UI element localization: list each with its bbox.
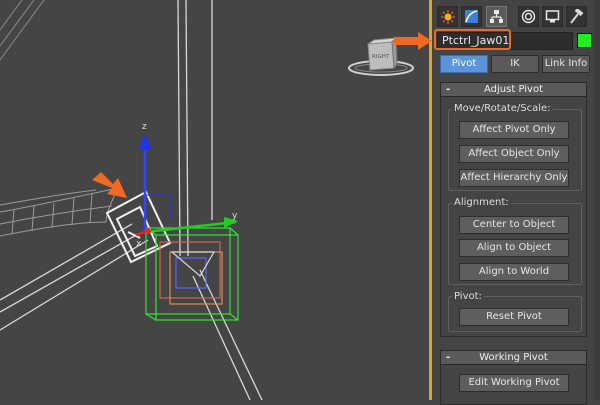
group-title: Move/Rotate/Scale: (452, 103, 553, 115)
hierarchy-icon (490, 10, 503, 23)
motion-tab[interactable] (518, 6, 539, 27)
affect-object-only-button[interactable]: Affect Object Only (459, 145, 569, 163)
motion-icon (521, 9, 536, 24)
wireframe-tube (0, 187, 119, 237)
tab-link-info[interactable]: Link Info (542, 55, 590, 73)
center-to-object-button[interactable]: Center to Object (459, 216, 569, 234)
object-color-swatch[interactable] (577, 33, 592, 48)
pivot-bounds (159, 241, 223, 305)
group-title: Alignment: (452, 197, 511, 209)
adjust-pivot-rollout-header[interactable]: - Adjust Pivot (440, 82, 587, 97)
affect-hierarchy-only-button[interactable]: Affect Hierarchy Only (459, 169, 569, 187)
axis-label-z: z (142, 122, 147, 132)
align-to-world-button[interactable]: Align to World (459, 263, 569, 281)
rollout-title: Working Pivot (479, 352, 548, 363)
wireframe-corner (0, 0, 45, 61)
display-tab[interactable] (542, 6, 563, 27)
utilities-tab[interactable] (566, 6, 587, 27)
viewport-scene: z y x RIGHT (0, 0, 414, 400)
affect-pivot-only-button[interactable]: Affect Pivot Only (459, 121, 569, 139)
hierarchy-tab[interactable] (486, 6, 507, 27)
working-pivot-rollout-header[interactable]: - Working Pivot (440, 350, 587, 365)
modify-tab[interactable] (461, 6, 482, 27)
panel-scrollbar[interactable] (594, 0, 600, 400)
utilities-hammer-icon (570, 9, 584, 24)
annotation-arrow-viewport (92, 172, 127, 198)
axis-label-y: y (232, 211, 238, 221)
axis-label-x: x (136, 239, 142, 249)
tab-pivot[interactable]: Pivot (440, 55, 488, 73)
edit-working-pivot-button[interactable]: Edit Working Pivot (459, 374, 569, 392)
align-to-object-button[interactable]: Align to Object (459, 239, 569, 257)
modify-curve-icon (465, 10, 478, 23)
collapse-toggle-icon: - (446, 352, 451, 363)
group-title: Pivot: (452, 291, 484, 303)
sun-icon (440, 9, 455, 24)
collapse-toggle-icon: - (446, 84, 451, 95)
viewcube-label: RIGHT (372, 54, 390, 60)
create-tab[interactable] (437, 6, 458, 27)
tab-ik[interactable]: IK (491, 55, 539, 73)
reset-pivot-button[interactable]: Reset Pivot (459, 308, 569, 326)
rollout-title: Adjust Pivot (484, 84, 543, 95)
pivot-point-icon (145, 228, 151, 234)
display-icon (545, 10, 560, 23)
viewport-perspective[interactable]: z y x RIGHT (0, 0, 431, 400)
annotation-arrow-panel (394, 32, 432, 50)
name-field-highlight (434, 29, 511, 50)
